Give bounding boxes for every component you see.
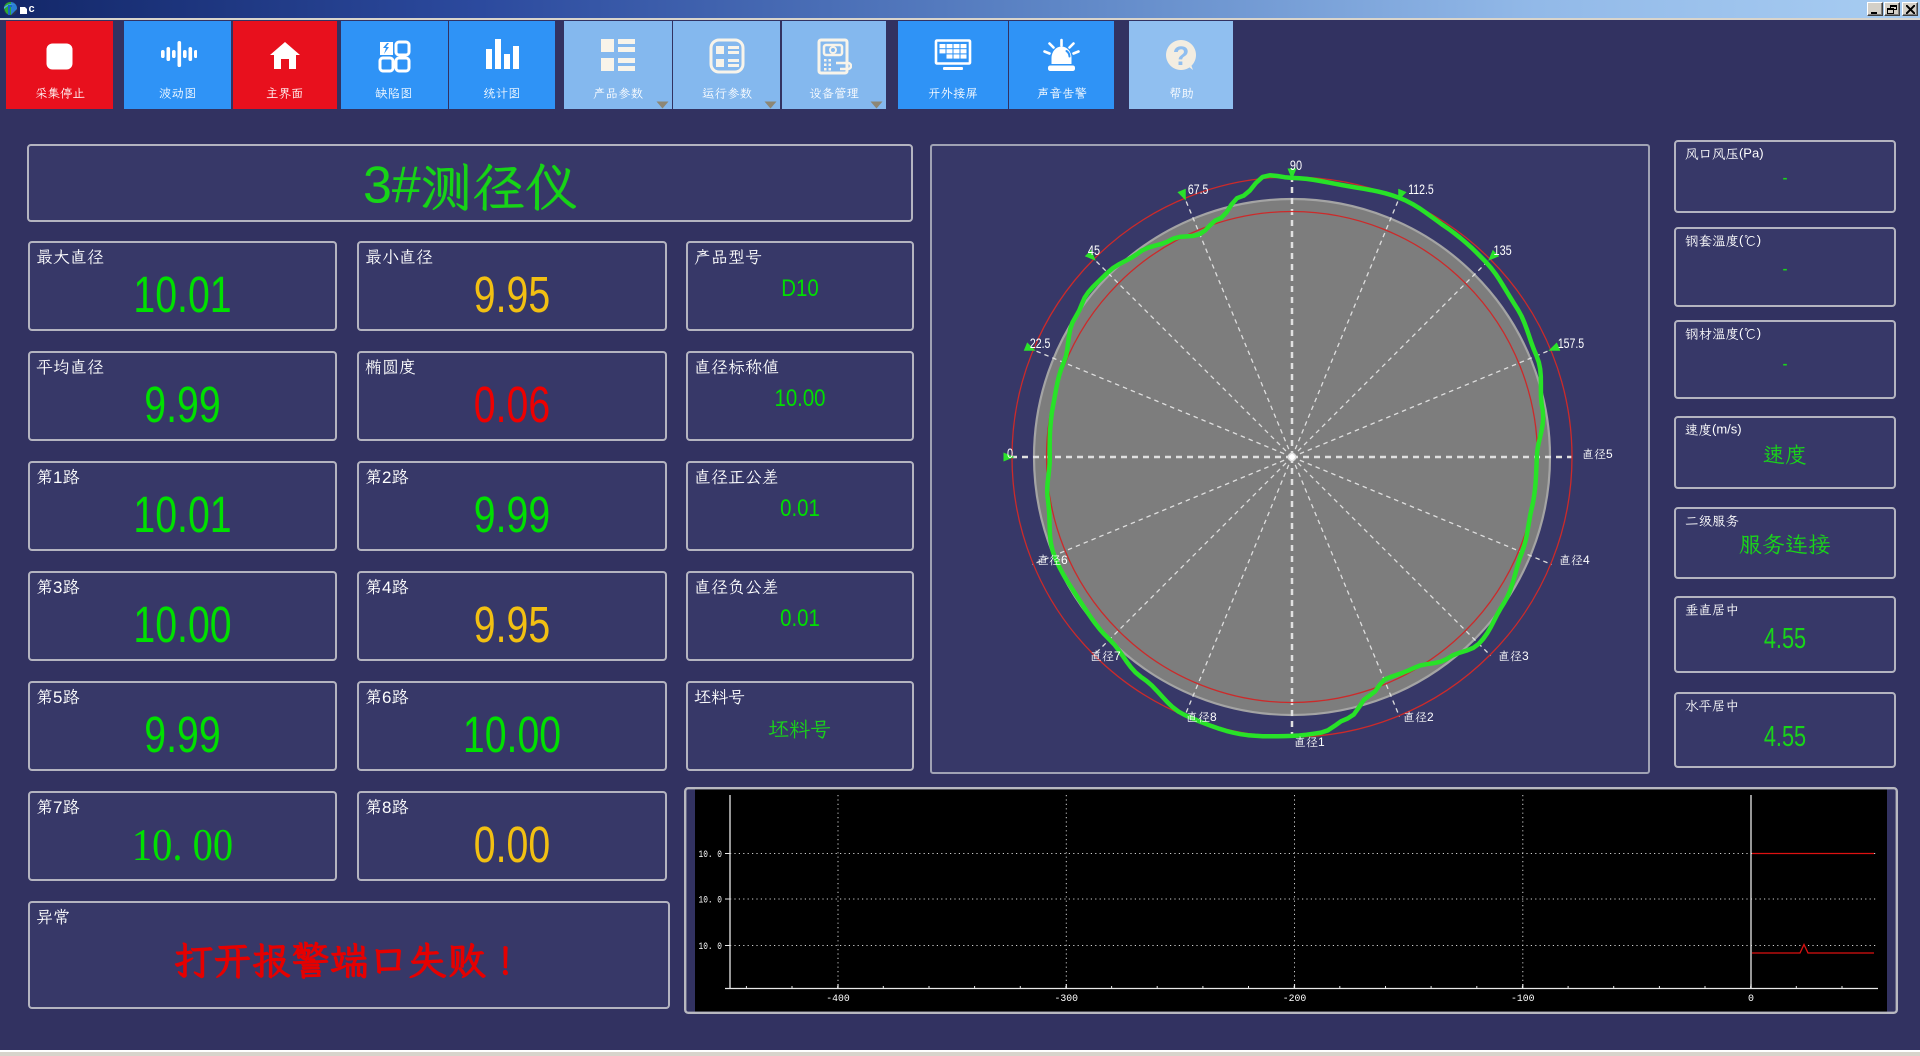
svg-text:(m/s): (m/s) [1712, 422, 1742, 437]
svg-text:-400: -400 [826, 994, 850, 1005]
svg-text:2: 2 [382, 468, 391, 487]
svg-text:1: 1 [1318, 735, 1325, 749]
svg-text:): ) [1757, 326, 1761, 341]
svg-text:7: 7 [1114, 649, 1121, 663]
svg-text:6: 6 [382, 688, 391, 707]
svg-text:4: 4 [382, 578, 391, 597]
svg-text:3#: 3# [363, 156, 421, 214]
svg-text:2: 2 [1427, 710, 1434, 724]
svg-text:-300: -300 [1055, 994, 1079, 1005]
svg-text:8: 8 [382, 798, 391, 817]
svg-text:1: 1 [53, 468, 62, 487]
svg-text:-200: -200 [1283, 994, 1307, 1005]
svg-text:(Pa): (Pa) [1739, 146, 1764, 161]
svg-text:(: ( [1739, 233, 1744, 248]
svg-text:6: 6 [1061, 553, 1068, 567]
svg-text:5: 5 [1606, 447, 1613, 461]
svg-text:0: 0 [1748, 994, 1754, 1005]
svg-text:(: ( [1739, 326, 1744, 341]
svg-text:5: 5 [53, 688, 62, 707]
svg-text:?: ? [1173, 41, 1190, 71]
svg-text:3: 3 [53, 578, 62, 597]
svg-text:): ) [1757, 233, 1761, 248]
svg-text:4: 4 [1583, 553, 1590, 567]
svg-text:10. 0: 10. 0 [699, 850, 723, 861]
svg-text:10. 0: 10. 0 [699, 896, 723, 907]
svg-text:7: 7 [53, 798, 62, 817]
svg-text:3: 3 [1522, 649, 1529, 663]
svg-text:10. 0: 10. 0 [699, 942, 723, 953]
svg-text:-100: -100 [1511, 994, 1535, 1005]
svg-text:8: 8 [1210, 710, 1217, 724]
